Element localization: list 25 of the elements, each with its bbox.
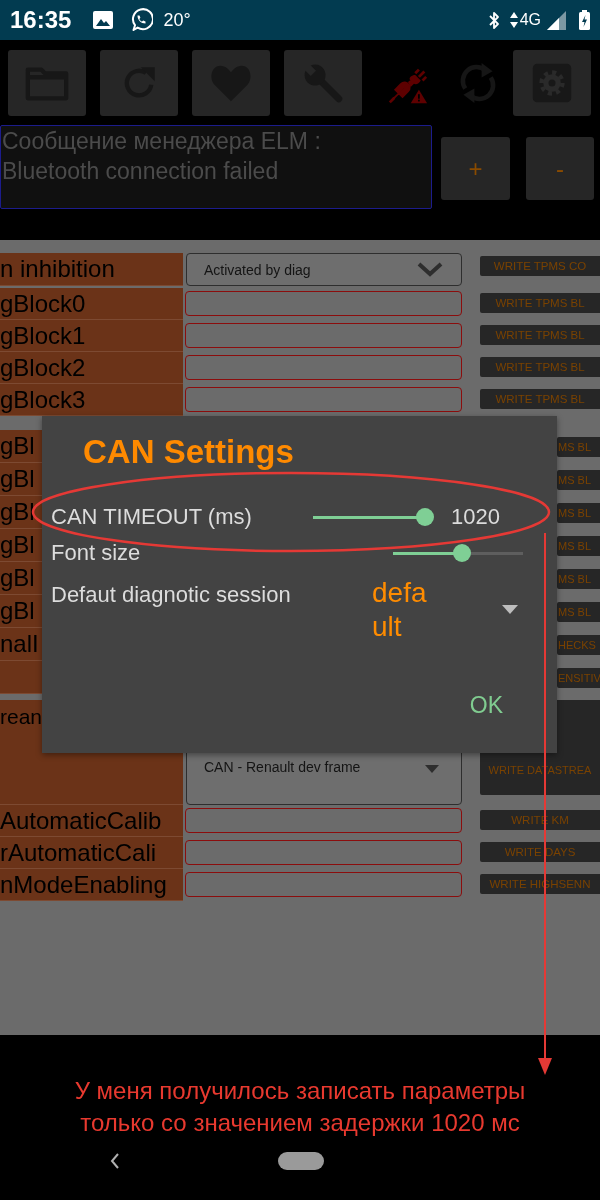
- row-label: gBlock3: [0, 384, 183, 416]
- setting-label: CAN TIMEOUT (ms): [51, 504, 253, 530]
- row-label: AutomaticCalib: [0, 805, 183, 837]
- row-label: gBlock1: [0, 320, 183, 352]
- row-label: gBl: [0, 562, 42, 595]
- dialog-title: CAN Settings: [83, 434, 295, 470]
- message-box: Сообщение менеджера ELM : Bluetooth connection failed: [0, 125, 432, 209]
- row-label: n inhibition: [0, 253, 183, 286]
- setting-label: Font size: [51, 540, 142, 566]
- row-label: gBl: [0, 430, 42, 463]
- row-label: gBlock0: [0, 288, 183, 320]
- row-label: gBl: [0, 529, 42, 562]
- row-label: nModeEnabling: [0, 869, 183, 901]
- annotation-caption: У меня получилось записать параметры только со значением задержки 1020 мс: [73, 1076, 527, 1138]
- setting-label: Defaut diagnotic session: [51, 581, 292, 608]
- row-label: gBl: [0, 463, 42, 496]
- temperature: 20°: [163, 9, 191, 31]
- network-type: 4G: [519, 11, 541, 29]
- row-label: gBlock2: [0, 352, 183, 384]
- row-label: gBl: [0, 595, 42, 628]
- row-label: gBl: [0, 496, 42, 529]
- slider-value: 1020: [451, 504, 500, 530]
- row-label: rAutomaticCali: [0, 837, 183, 869]
- row-label: nalI: [0, 628, 42, 661]
- clock-time: 16:35: [10, 6, 72, 34]
